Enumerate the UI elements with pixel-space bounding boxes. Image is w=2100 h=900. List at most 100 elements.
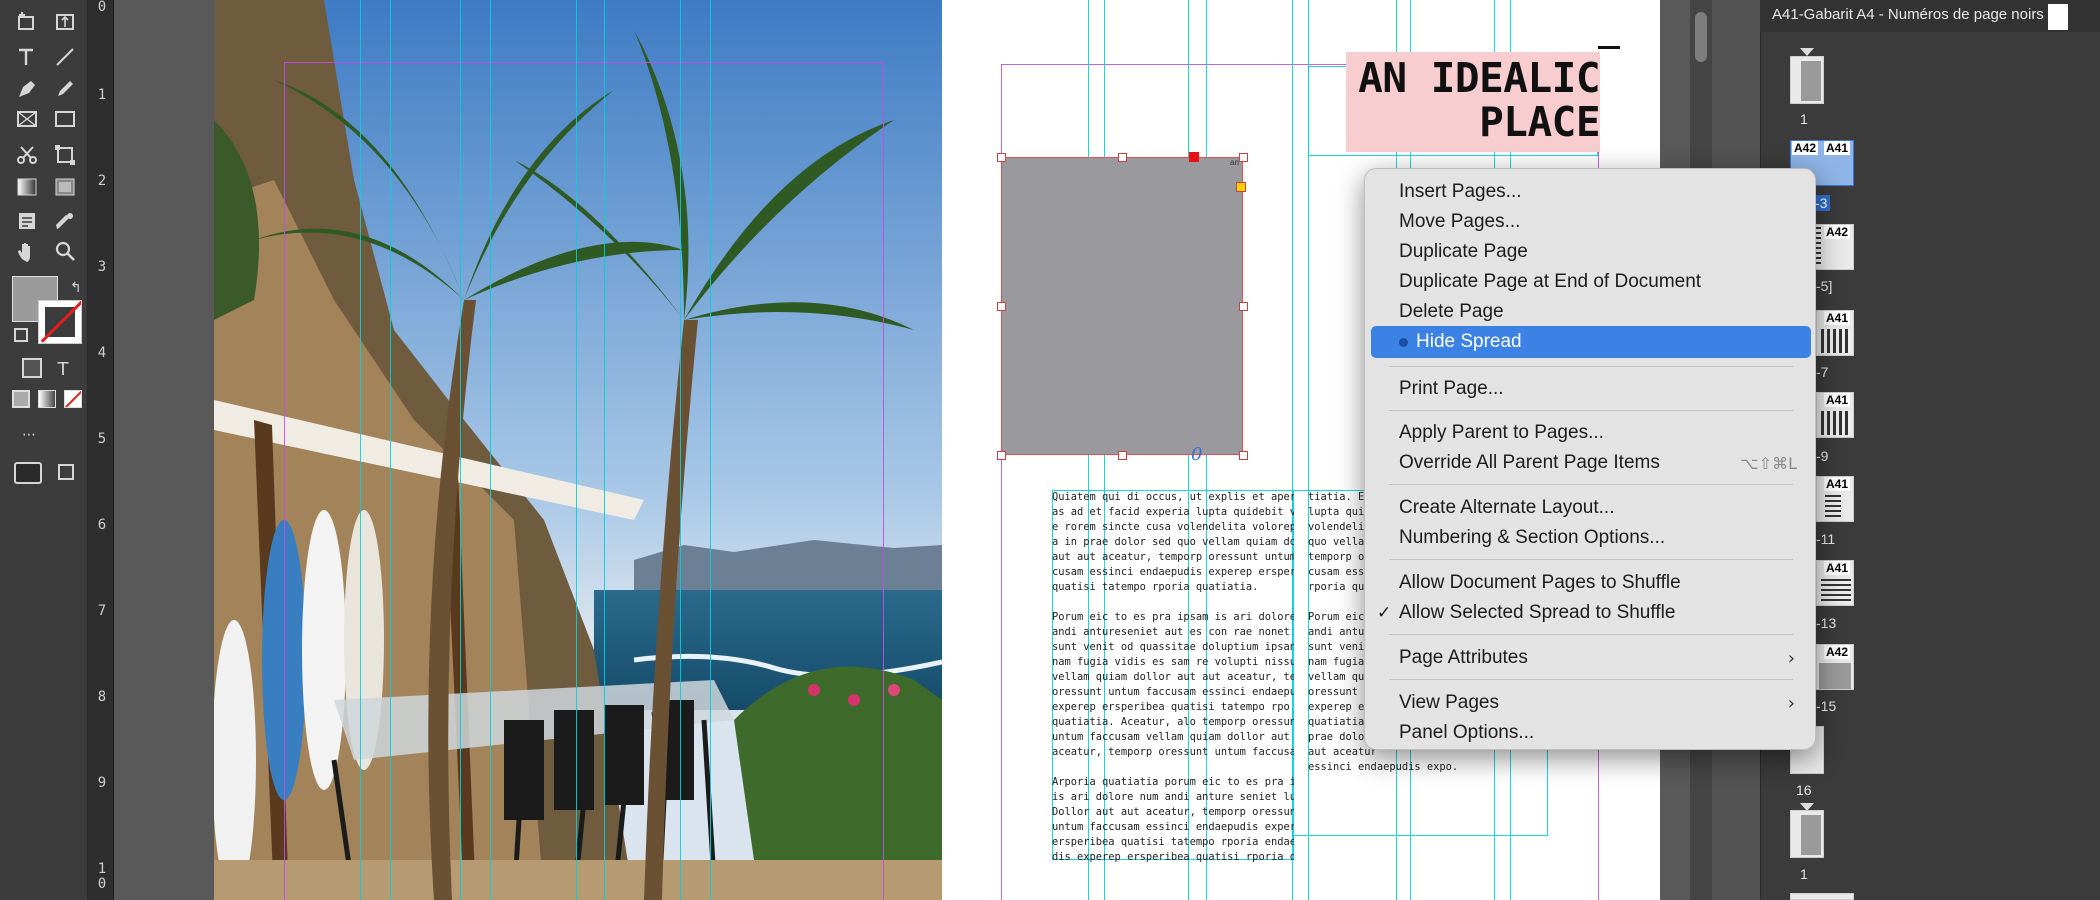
menu-item-allow-document-shuffle[interactable]: Allow Document Pages to Shuffle — [1365, 569, 1817, 597]
vertical-ruler: 0 1 2 3 4 5 6 7 8 9 1 0 — [88, 0, 114, 900]
left-page-photo[interactable] — [214, 0, 942, 900]
selection-handle[interactable] — [1239, 302, 1248, 311]
column-guide — [710, 0, 711, 900]
type-tool-icon[interactable] — [12, 42, 42, 72]
keyboard-shortcut: ⌥⇧⌘L — [1740, 453, 1797, 473]
margin-guide — [284, 62, 285, 900]
frame-tool-icon[interactable] — [12, 104, 42, 134]
menu-item-insert-pages[interactable]: Insert Pages... — [1365, 178, 1817, 206]
body-paragraph: Porum eic to es pra ipsam is ari dolore … — [1052, 611, 1294, 758]
column-guide — [360, 0, 361, 900]
selection-handle[interactable] — [1239, 153, 1248, 162]
overset-marker: 0 — [1191, 444, 1203, 465]
page-thumbnail[interactable] — [1790, 810, 1824, 858]
transform-tool-icon[interactable] — [50, 140, 80, 170]
parent-tag: A41 — [1824, 393, 1851, 407]
selection-handle[interactable] — [997, 451, 1006, 460]
frame-grid-icon[interactable]: ⋯ — [14, 420, 44, 450]
margin-guide — [284, 62, 884, 63]
menu-item-print-page[interactable]: Print Page... — [1365, 375, 1817, 403]
gap-tool-icon[interactable] — [50, 6, 80, 36]
page-number-label: -5] — [1816, 278, 1833, 294]
menu-item-page-attributes[interactable]: Page Attributes › — [1365, 644, 1817, 672]
spread-thumbnail[interactable] — [1790, 893, 1854, 900]
menu-item-allow-spread-shuffle[interactable]: ✓ Allow Selected Spread to Shuffle — [1365, 599, 1817, 627]
menu-item-duplicate-page[interactable]: Duplicate Page — [1365, 238, 1817, 266]
page-number-label: -7 — [1816, 364, 1829, 380]
placeholder-image-frame[interactable] — [1001, 157, 1243, 455]
page-number-marker — [1598, 46, 1620, 49]
menu-item-view-pages[interactable]: View Pages › — [1365, 689, 1817, 717]
selection-handle[interactable] — [997, 153, 1006, 162]
pages-context-menu[interactable]: Insert Pages... Move Pages... Duplicate … — [1364, 168, 1816, 750]
ruler-label: 9 — [97, 775, 107, 791]
page-number-label: 1 — [1800, 111, 1808, 127]
parent-indicator-icon — [1800, 48, 1814, 56]
normal-view-icon[interactable] — [14, 462, 42, 484]
page-number-label: -11 — [1816, 531, 1836, 547]
selection-handle[interactable] — [1239, 451, 1248, 460]
page-tool-icon[interactable] — [12, 6, 42, 36]
apply-none-icon[interactable] — [64, 390, 82, 408]
menu-item-numbering-section[interactable]: Numbering & Section Options... — [1365, 524, 1817, 552]
ruler-label: 6 — [97, 517, 107, 533]
formatting-container-icon[interactable] — [22, 358, 42, 378]
formatting-text-icon[interactable]: T — [48, 354, 78, 384]
page-number-label: -13 — [1816, 615, 1837, 631]
menu-item-delete-page[interactable]: Delete Page — [1365, 298, 1817, 326]
parent-page-name[interactable]: A41-Gabarit A4 - Numéros de page noirs — [1772, 6, 2044, 23]
selection-handle[interactable] — [1118, 153, 1127, 162]
menu-separator — [1389, 484, 1793, 485]
parent-page-thumbnail[interactable] — [2048, 4, 2068, 30]
menu-item-duplicate-page-end[interactable]: Duplicate Page at End of Document — [1365, 268, 1817, 296]
scissors-tool-icon[interactable] — [12, 140, 42, 170]
page-thumbnail[interactable] — [1790, 56, 1824, 104]
ruler-label: 1 — [97, 87, 107, 103]
menu-item-panel-options[interactable]: Panel Options... — [1365, 719, 1817, 747]
body-text-column-1[interactable]: Quiatem qui di occus, ut explis et apern… — [1052, 490, 1294, 880]
anchor-handle[interactable] — [1236, 182, 1246, 192]
scroll-thumb[interactable] — [1695, 12, 1707, 62]
note-tool-icon[interactable] — [12, 206, 42, 236]
parent-tag: A42 — [1824, 225, 1851, 239]
corner-option-handle[interactable] — [1189, 152, 1199, 162]
selection-handle[interactable] — [1118, 451, 1127, 460]
parent-tag: A41 — [1824, 311, 1851, 325]
rectangle-tool-icon[interactable] — [50, 104, 80, 134]
column-guide — [490, 0, 491, 900]
ruler-label: 3 — [97, 259, 107, 275]
default-colors-icon[interactable] — [14, 328, 28, 342]
headline-line: PLACE — [1479, 98, 1600, 146]
chevron-right-icon: › — [1787, 692, 1795, 714]
hand-tool-icon[interactable] — [12, 236, 42, 266]
menu-item-override-parent-items[interactable]: Override All Parent Page Items ⌥⇧⌘L — [1365, 449, 1817, 477]
body-paragraph: Arporia quatiatia porum eic to es pra ip… — [1052, 776, 1294, 863]
ruler-label: 8 — [97, 689, 107, 705]
menu-item-apply-parent[interactable]: Apply Parent to Pages... — [1365, 419, 1817, 447]
pencil-tool-icon[interactable] — [50, 74, 80, 104]
gradient-tool-icon[interactable] — [12, 172, 42, 202]
apply-color-icon[interactable] — [12, 390, 30, 408]
page-number-label: 1 — [1800, 866, 1808, 882]
swap-colors-icon[interactable]: ↰ — [70, 280, 82, 296]
line-tool-icon[interactable] — [50, 42, 80, 72]
column-guide — [604, 0, 605, 900]
zoom-tool-icon[interactable] — [50, 236, 80, 266]
menu-item-create-alternate-layout[interactable]: Create Alternate Layout... — [1365, 494, 1817, 522]
apply-gradient-icon[interactable] — [38, 390, 56, 408]
parent-tag: A42 — [1792, 141, 1819, 155]
body-text-column-2[interactable]: tiatia. Ex lupta quid volendelit quo vel… — [1308, 490, 1458, 790]
page-number-label: -15 — [1816, 698, 1837, 714]
screen-mode-icon[interactable] — [58, 464, 74, 480]
pen-tool-icon[interactable] — [12, 74, 42, 104]
menu-item-move-pages[interactable]: Move Pages... — [1365, 208, 1817, 236]
menu-item-hide-spread[interactable]: Hide Spread — [1371, 326, 1811, 358]
stroke-swatch[interactable] — [38, 300, 82, 344]
eyedropper-icon[interactable] — [50, 206, 80, 236]
selection-handle[interactable] — [997, 302, 1006, 311]
menu-separator — [1389, 410, 1793, 411]
parent-tag: A41 — [1824, 477, 1851, 491]
headline[interactable]: AN IDEALIC PLACE — [1340, 56, 1600, 144]
menu-separator — [1389, 366, 1793, 367]
gradient-feather-icon[interactable] — [50, 172, 80, 202]
